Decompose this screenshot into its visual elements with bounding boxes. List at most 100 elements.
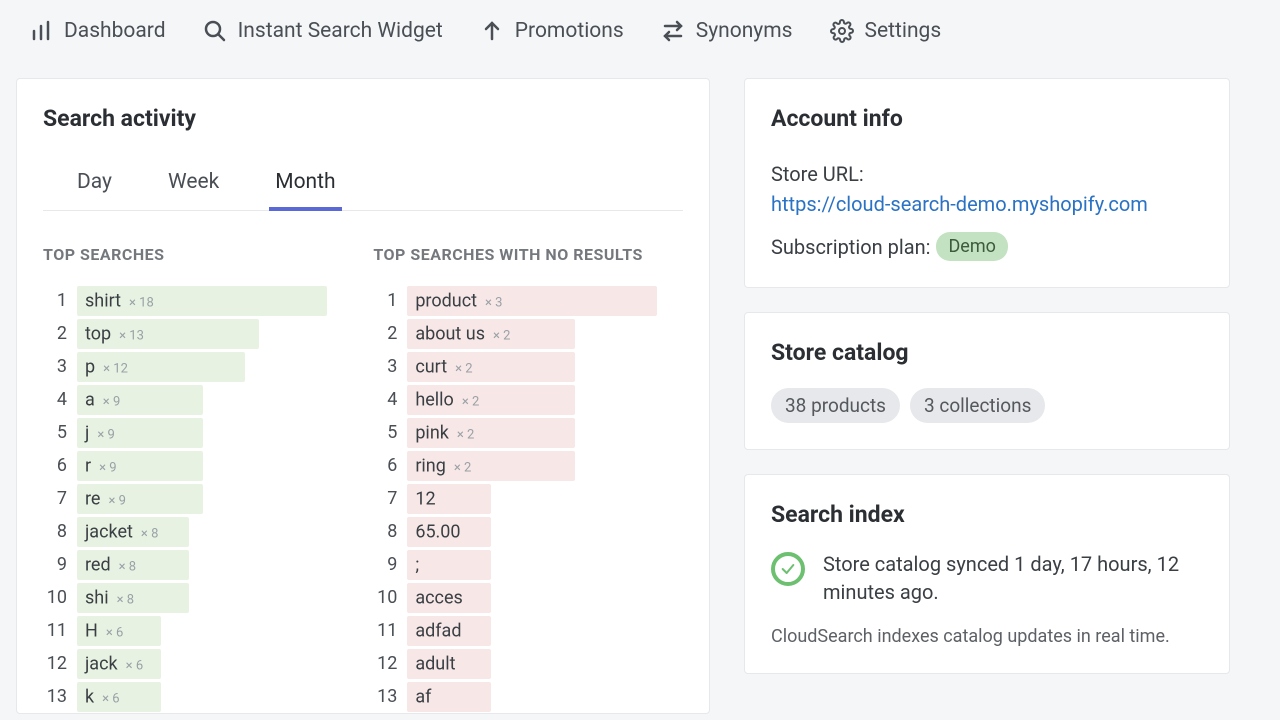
- store-catalog-card: Store catalog 38 products 3 collections: [744, 312, 1230, 450]
- search-term-row[interactable]: 2about us× 2: [373, 317, 683, 350]
- search-term-row[interactable]: 865.00: [373, 515, 683, 548]
- products-count-pill[interactable]: 38 products: [771, 388, 900, 423]
- search-term-rank: 11: [373, 620, 397, 641]
- search-term-rank: 3: [373, 356, 397, 377]
- collections-count-pill[interactable]: 3 collections: [910, 388, 1045, 423]
- search-term-bar: k× 6: [77, 682, 161, 712]
- nav-instant-search-label: Instant Search Widget: [238, 19, 443, 43]
- search-term-text: acces: [415, 587, 462, 608]
- search-term-row[interactable]: 10acces: [373, 581, 683, 614]
- nav-promotions[interactable]: Promotions: [479, 18, 624, 44]
- search-term-row[interactable]: 9 red× 8: [43, 548, 333, 581]
- search-term-text: re: [85, 488, 100, 509]
- search-term-rank: 5: [43, 422, 67, 443]
- search-term-bar: ring× 2: [407, 451, 575, 481]
- subscription-plan-label: Subscription plan:: [771, 235, 930, 259]
- search-term-rank: 8: [43, 521, 67, 542]
- search-term-row[interactable]: 4a× 9: [43, 383, 333, 416]
- search-term-bar: product× 3: [407, 286, 657, 316]
- search-term-rank: 9: [43, 554, 67, 575]
- search-term-row[interactable]: 10shi× 8: [43, 581, 333, 614]
- search-term-row[interactable]: 13k× 6: [43, 680, 333, 713]
- search-term-text: k: [85, 686, 94, 707]
- search-term-text: red: [85, 554, 111, 575]
- search-term-count: × 6: [106, 625, 123, 640]
- search-term-bar: pink× 2: [407, 418, 575, 448]
- gear-icon: [829, 18, 855, 44]
- nav-synonyms[interactable]: Synonyms: [660, 18, 793, 44]
- search-term-row[interactable]: 3p× 12: [43, 350, 333, 383]
- search-term-bar: acces: [407, 583, 491, 613]
- search-term-row[interactable]: 4hello× 2: [373, 383, 683, 416]
- search-term-row[interactable]: 9;: [373, 548, 683, 581]
- search-term-rank: 7: [373, 488, 397, 509]
- store-url-link[interactable]: https://cloud-search-demo.myshopify.com: [771, 192, 1148, 216]
- search-term-row[interactable]: 7re× 9: [43, 482, 333, 515]
- search-activity-title: Search activity: [43, 105, 683, 132]
- search-term-count: × 2: [454, 460, 471, 475]
- search-index-note: CloudSearch indexes catalog updates in r…: [771, 626, 1203, 647]
- tab-month[interactable]: Month: [275, 162, 335, 210]
- search-term-text: jacket: [85, 521, 133, 542]
- search-term-row[interactable]: 14bangle in golden colo: [373, 713, 683, 714]
- search-term-text: ;: [415, 554, 419, 575]
- search-term-row[interactable]: 2top× 13: [43, 317, 333, 350]
- search-term-count: × 2: [493, 328, 510, 343]
- search-term-row[interactable]: 8jacket× 8: [43, 515, 333, 548]
- search-term-bar: 65.00: [407, 517, 491, 547]
- nav-settings-label: Settings: [865, 19, 942, 43]
- search-term-row[interactable]: 13 af: [373, 680, 683, 713]
- search-icon: [202, 18, 228, 44]
- top-searches-heading: TOP SEARCHES: [43, 245, 333, 264]
- search-term-row[interactable]: 1shirt× 18: [43, 284, 333, 317]
- account-info-title: Account info: [771, 105, 1203, 132]
- search-term-count: × 2: [457, 427, 474, 442]
- tab-day[interactable]: Day: [77, 162, 112, 210]
- search-term-rank: 10: [43, 587, 67, 608]
- search-term-rank: 12: [43, 653, 67, 674]
- search-term-rank: 6: [373, 455, 397, 476]
- search-term-row[interactable]: 712: [373, 482, 683, 515]
- subscription-plan-badge: Demo: [936, 232, 1007, 261]
- search-term-row[interactable]: 5 j× 9: [43, 416, 333, 449]
- search-term-text: af: [415, 686, 431, 707]
- search-term-row[interactable]: 11adfad: [373, 614, 683, 647]
- search-term-rank: 2: [373, 323, 397, 344]
- nav-promotions-label: Promotions: [515, 19, 624, 43]
- search-term-row[interactable]: 12adult: [373, 647, 683, 680]
- tab-week[interactable]: Week: [168, 162, 219, 210]
- search-term-count: × 6: [126, 658, 143, 673]
- search-term-row[interactable]: 6 ring× 2: [373, 449, 683, 482]
- search-term-row[interactable]: 6r× 9: [43, 449, 333, 482]
- search-term-bar: ;: [407, 550, 491, 580]
- search-term-text: product: [415, 290, 477, 311]
- search-term-rank: 4: [373, 389, 397, 410]
- search-term-row[interactable]: 12jack× 6: [43, 647, 333, 680]
- search-term-text: top: [85, 323, 111, 344]
- nav-settings[interactable]: Settings: [829, 18, 942, 44]
- search-term-row[interactable]: 3curt× 2: [373, 350, 683, 383]
- search-term-row[interactable]: 5pink× 2: [373, 416, 683, 449]
- search-term-count: × 12: [103, 361, 128, 376]
- search-term-bar: re× 9: [77, 484, 203, 514]
- search-term-bar: shirt× 18: [77, 286, 327, 316]
- nav-dashboard[interactable]: Dashboard: [28, 18, 166, 44]
- search-term-bar: H × 6: [77, 616, 161, 646]
- swap-arrows-icon: [660, 18, 686, 44]
- search-index-title: Search index: [771, 501, 1203, 528]
- search-term-rank: 13: [373, 686, 397, 707]
- nav-instant-search[interactable]: Instant Search Widget: [202, 18, 443, 44]
- search-term-text: shi: [85, 587, 109, 608]
- search-term-bar: j× 9: [77, 418, 203, 448]
- no-results-column: TOP SEARCHES WITH NO RESULTS 1product× 3…: [373, 245, 683, 714]
- search-term-bar: red× 8: [77, 550, 189, 580]
- search-term-text: H: [85, 620, 98, 641]
- sync-status-text: Store catalog synced 1 day, 17 hours, 12…: [823, 550, 1203, 606]
- search-term-count: × 9: [97, 427, 114, 442]
- search-term-row[interactable]: 11 H × 6: [43, 614, 333, 647]
- top-nav: Dashboard Instant Search Widget Promotio…: [0, 0, 1280, 62]
- search-term-rank: 11: [43, 620, 67, 641]
- search-term-row[interactable]: 1product× 3: [373, 284, 683, 317]
- search-term-text: p: [85, 356, 95, 377]
- nav-dashboard-label: Dashboard: [64, 19, 166, 43]
